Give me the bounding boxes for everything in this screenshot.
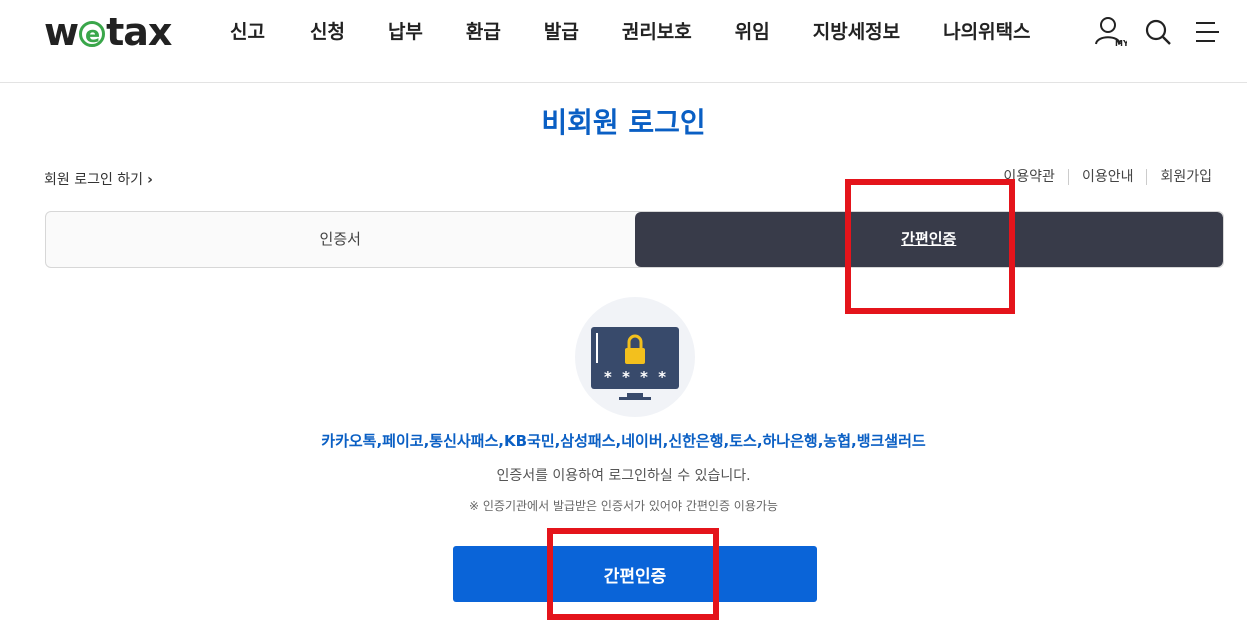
my-badge: MY — [1115, 39, 1127, 48]
password-mask: * * * * — [603, 368, 666, 386]
guide-link[interactable]: 이용안내 — [1067, 169, 1147, 185]
search-icon[interactable] — [1141, 14, 1175, 50]
nav-item-local-tax-info[interactable]: 지방세정보 — [813, 18, 900, 46]
wetax-logo[interactable]: w e tax — [44, 10, 172, 54]
terms-link[interactable]: 이용약관 — [990, 169, 1068, 185]
tab-simple-auth[interactable]: 간편인증 — [634, 212, 1223, 267]
main-nav: 신고 신청 납부 환급 발급 권리보호 위임 지방세정보 나의위택스 — [210, 18, 1031, 46]
utility-links: 이용약관 이용안내 회원가입 — [990, 169, 1225, 185]
header-icons: MY — [1093, 14, 1223, 50]
nav-item-pay[interactable]: 납부 — [388, 18, 423, 46]
auth-illustration: * * * * — [575, 297, 695, 417]
monitor-lock-icon: * * * * — [591, 327, 679, 400]
nav-item-issue[interactable]: 발급 — [544, 18, 579, 46]
nav-item-my-wetax[interactable]: 나의위택스 — [943, 18, 1030, 46]
member-login-link[interactable]: 회원 로그인 하기 › — [44, 169, 153, 189]
nav-item-report[interactable]: 신고 — [230, 18, 265, 46]
signup-link[interactable]: 회원가입 — [1146, 169, 1225, 185]
login-method-tabs: 인증서 간편인증 — [45, 211, 1224, 268]
nav-item-apply[interactable]: 신청 — [310, 18, 345, 46]
site-header: w e tax 신고 신청 납부 환급 발급 권리보호 위임 지방세정보 나의위택스… — [0, 0, 1247, 83]
supported-providers: 카카오톡,페이코,통신사패스,KB국민,삼성패스,네이버,신한은행,토스,하나은… — [321, 432, 926, 450]
simple-auth-button[interactable]: 간편인증 — [453, 546, 817, 602]
logo-e-mark: e — [79, 21, 106, 48]
nav-item-delegate[interactable]: 위임 — [735, 18, 770, 46]
chevron-right-icon: › — [147, 172, 153, 188]
page-title: 비회원 로그인 — [541, 106, 706, 139]
tab-certificate[interactable]: 인증서 — [46, 212, 635, 267]
auth-note: ※ 인증기관에서 발급받은 인증서가 있어야 간편인증 이용가능 — [469, 499, 778, 513]
menu-icon[interactable] — [1189, 14, 1223, 50]
login-description: 인증서를 이용하여 로그인하실 수 있습니다. — [496, 468, 751, 484]
nav-item-refund[interactable]: 환급 — [466, 18, 501, 46]
my-page-icon[interactable]: MY — [1093, 14, 1127, 50]
nav-item-rights[interactable]: 권리보호 — [622, 18, 692, 46]
